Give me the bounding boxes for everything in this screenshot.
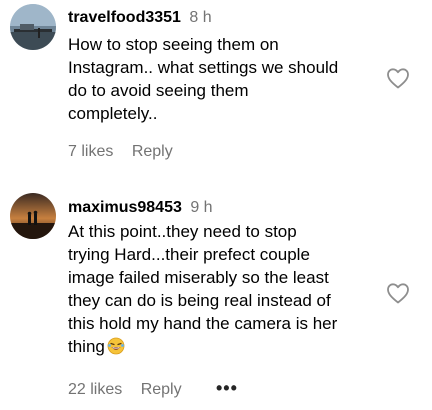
comment-header: travelfood3351 8 h: [68, 8, 212, 28]
comment-line: trying Hard...their prefect couple: [68, 245, 310, 264]
comment-item-1: travelfood3351 8 h How to stop seeing th…: [0, 0, 432, 170]
user-avatar[interactable]: [10, 193, 56, 239]
comment-line: this hold my hand the camera is her: [68, 314, 338, 333]
heart-icon[interactable]: [386, 282, 410, 304]
timestamp: 8 h: [189, 9, 212, 26]
comment-line: image failed miserably so the least: [68, 268, 329, 287]
comment-line: do to avoid seeing them: [68, 81, 249, 100]
comment-text: How to stop seeing them on Instagram.. w…: [68, 33, 378, 125]
reply-button[interactable]: Reply: [141, 381, 182, 398]
rolling-laughing-emoji-icon: [107, 337, 125, 355]
comment-line-last: thing: [68, 335, 378, 358]
comment-line: completely..: [68, 104, 158, 123]
comment-line: Instagram.. what settings we should: [68, 58, 339, 77]
avatar-photo-sunset-icon: [10, 193, 56, 239]
timestamp: 9 h: [190, 199, 213, 216]
comment-meta: 22 likes Reply: [68, 380, 196, 400]
comment-item-2: maximus98453 9 h At this point..they nee…: [0, 180, 432, 410]
comment-meta: 7 likes Reply: [68, 142, 187, 162]
comment-line: How to stop seeing them on: [68, 35, 279, 54]
avatar-photo-pier-icon: [10, 4, 56, 50]
comment-text: At this point..they need to stop trying …: [68, 220, 378, 358]
comment-header: maximus98453 9 h: [68, 198, 213, 218]
comment-line: they can do is being real instead of: [68, 291, 331, 310]
reply-button[interactable]: Reply: [132, 143, 173, 160]
username[interactable]: travelfood3351: [68, 9, 181, 26]
likes-count[interactable]: 22 likes: [68, 381, 122, 398]
heart-icon[interactable]: [386, 67, 410, 89]
username[interactable]: maximus98453: [68, 199, 182, 216]
user-avatar[interactable]: [10, 4, 56, 50]
comment-line: At this point..they need to stop: [68, 222, 297, 241]
comment-line-text: thing: [68, 337, 105, 356]
likes-count[interactable]: 7 likes: [68, 143, 113, 160]
more-options-icon[interactable]: •••: [216, 378, 238, 399]
